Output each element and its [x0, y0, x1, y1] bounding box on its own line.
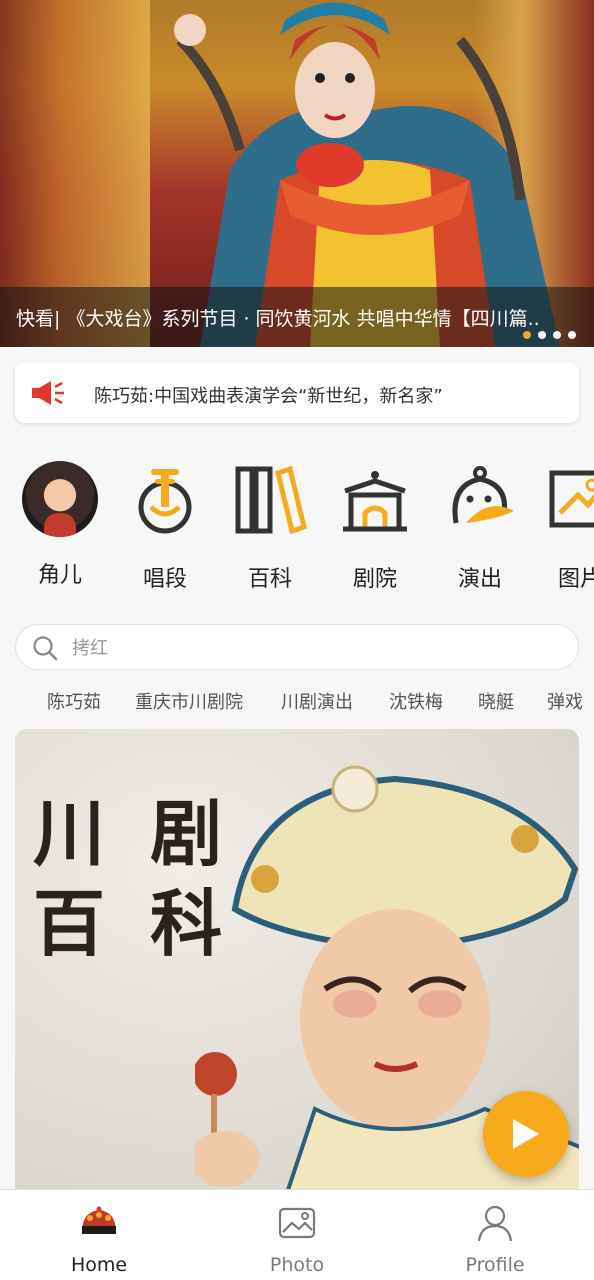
category-label: 百科	[247, 567, 292, 592]
play-icon	[513, 1119, 539, 1149]
tab-label: Photo	[269, 1254, 325, 1276]
category-encyclopedia[interactable]: 百科	[220, 455, 320, 593]
category-performers[interactable]: 角儿	[10, 455, 110, 589]
keyword-tag[interactable]: 川剧演出	[281, 688, 353, 714]
category-performances[interactable]: 演出	[430, 455, 530, 593]
keyword-tag[interactable]: 重庆市川剧院	[135, 688, 243, 714]
performer-avatar	[22, 461, 98, 537]
picture-icon	[549, 470, 594, 528]
banner-caption-bar: 快看| 《大戏台》系列节目 · 同饮黄河水 共唱中华情【四川篇..	[0, 287, 594, 347]
tab-profile[interactable]: Profile	[396, 1190, 594, 1280]
bottom-tab-bar: Home Photo Profile	[0, 1189, 594, 1280]
speaker-icon	[32, 381, 64, 405]
banner-caption: 快看| 《大戏台》系列节目 · 同饮黄河水 共唱中华情【四川篇..	[16, 308, 540, 330]
category-label: 演出	[457, 567, 502, 592]
keyword-tag[interactable]: 晓艇	[478, 688, 514, 714]
tab-label: Profile	[465, 1254, 525, 1276]
search-icon	[33, 636, 58, 661]
tab-photo[interactable]: Photo	[198, 1190, 396, 1280]
pagination-dot[interactable]	[538, 331, 546, 339]
pagination-dot[interactable]	[553, 331, 561, 339]
keyword-tag[interactable]: 弹戏	[547, 688, 583, 714]
performance-icon	[452, 466, 514, 524]
announcement-bar[interactable]: 陈巧茹:中国戏曲表演学会“新世纪，新名家”	[15, 362, 579, 423]
category-label: 唱段	[142, 567, 187, 592]
music-instrument-icon	[138, 469, 192, 534]
category-label: 图片	[557, 567, 594, 592]
search-bar[interactable]	[15, 624, 579, 670]
pagination-dot[interactable]	[523, 331, 531, 339]
opera-headdress-icon	[82, 1206, 116, 1234]
category-arias[interactable]: 唱段	[115, 455, 215, 593]
banner-pagination	[523, 331, 576, 339]
keyword-tag[interactable]: 陈巧茹	[47, 688, 101, 714]
hero-banner[interactable]: 快看| 《大戏台》系列节目 · 同饮黄河水 共唱中华情【四川篇..	[0, 0, 594, 347]
category-pictures[interactable]: 图片	[530, 455, 594, 593]
theater-icon	[343, 471, 407, 532]
photo-icon	[278, 1207, 316, 1239]
books-icon	[235, 465, 307, 535]
category-label: 角儿	[37, 563, 82, 588]
keyword-tag[interactable]: 沈铁梅	[389, 688, 443, 714]
pagination-dot[interactable]	[568, 331, 576, 339]
tab-label: Home	[70, 1254, 128, 1276]
search-input[interactable]	[72, 633, 552, 663]
hot-keywords: 陈巧茹 重庆市川剧院 川剧演出 沈铁梅 晓艇 弹戏	[0, 686, 594, 716]
tab-home[interactable]: Home	[0, 1190, 198, 1280]
person-icon	[477, 1205, 513, 1242]
category-row: 角儿 唱段 百科 剧院 演出 图片	[0, 455, 594, 595]
category-theaters[interactable]: 剧院	[325, 455, 425, 593]
play-button[interactable]	[483, 1091, 569, 1177]
category-label: 剧院	[352, 567, 397, 592]
announcement-text: 陈巧茹:中国戏曲表演学会“新世纪，新名家”	[94, 386, 443, 407]
